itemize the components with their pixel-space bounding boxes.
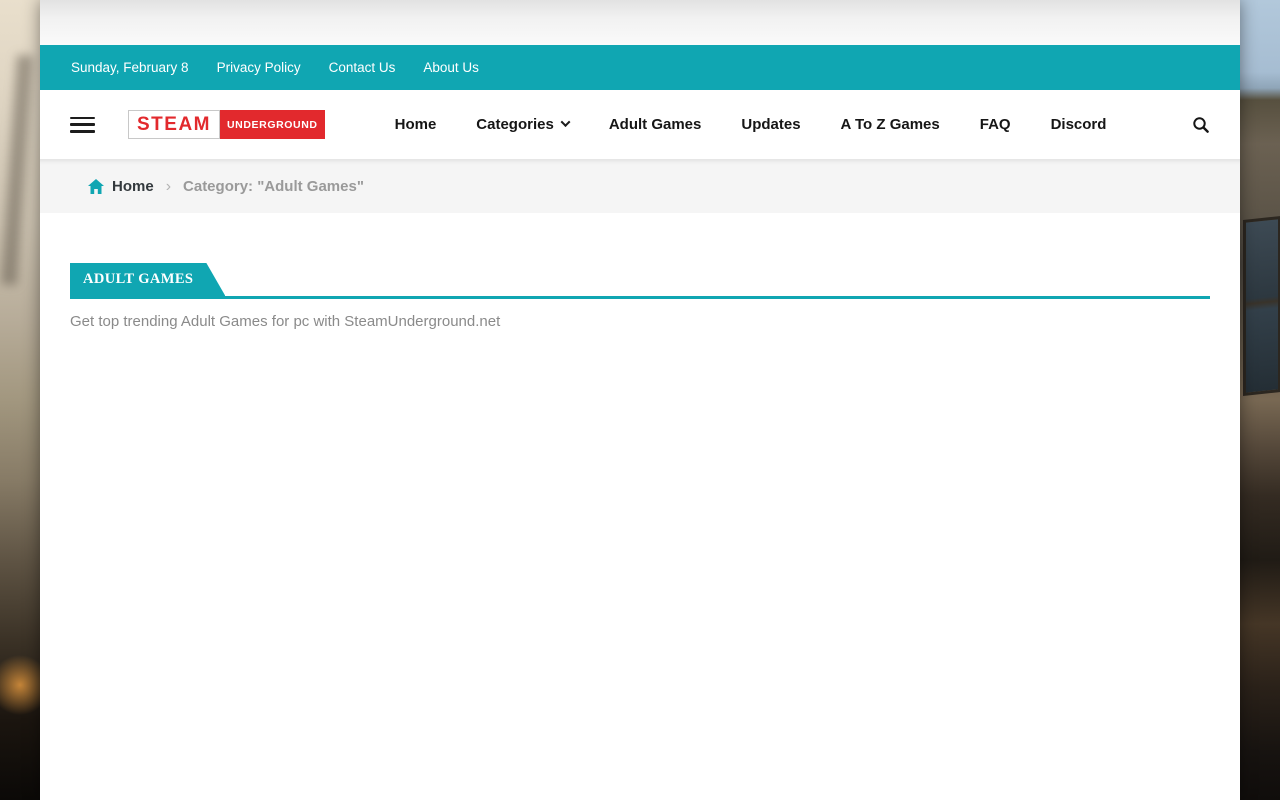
section-title-ribbon: ADULT GAMES [70,263,225,296]
site-logo[interactable]: STEAM UNDERGROUND [128,110,325,139]
nav-item-categories[interactable]: Categories [476,116,569,133]
logo-underground-text: UNDERGROUND [220,110,325,139]
hamburger-menu-icon[interactable] [70,117,95,133]
nav-item-faq[interactable]: FAQ [980,116,1011,133]
current-date: Sunday, February 8 [71,60,189,75]
section-title-underline [70,296,1210,299]
section-subtitle: Get top trending Adult Games for pc with… [70,313,1210,330]
home-icon [88,179,104,194]
topbar: Sunday, February 8 Privacy Policy Contac… [40,45,1240,90]
chevron-down-icon [560,117,570,127]
background-image-right [1240,0,1280,800]
breadcrumb-home-label: Home [112,178,154,195]
nav-item-a-to-z-games[interactable]: A To Z Games [841,116,940,133]
topbar-link-privacy-policy[interactable]: Privacy Policy [217,60,301,75]
nav-item-updates[interactable]: Updates [741,116,800,133]
main-header: STEAM UNDERGROUND Home Categories Adult … [40,90,1240,160]
nav-item-adult-games[interactable]: Adult Games [609,116,702,133]
page-wrapper: Sunday, February 8 Privacy Policy Contac… [40,0,1240,800]
top-shadow-strip [40,0,1240,45]
nav-item-home[interactable]: Home [395,116,437,133]
search-icon [1192,116,1210,134]
breadcrumb-separator: › [166,178,171,196]
logo-steam-text: STEAM [128,110,220,139]
search-button[interactable] [1192,116,1210,134]
main-content: ADULT GAMES Get top trending Adult Games… [40,213,1240,330]
nav-item-categories-label: Categories [476,116,554,133]
breadcrumb: Home › Category: "Adult Games" [40,160,1240,213]
topbar-link-contact-us[interactable]: Contact Us [329,60,396,75]
main-nav: Home Categories Adult Games Updates A To… [395,116,1107,133]
topbar-link-about-us[interactable]: About Us [423,60,479,75]
breadcrumb-home-link[interactable]: Home [88,178,154,195]
breadcrumb-current-page: Category: "Adult Games" [183,178,364,195]
nav-item-discord[interactable]: Discord [1051,116,1107,133]
background-image-left [0,0,40,800]
